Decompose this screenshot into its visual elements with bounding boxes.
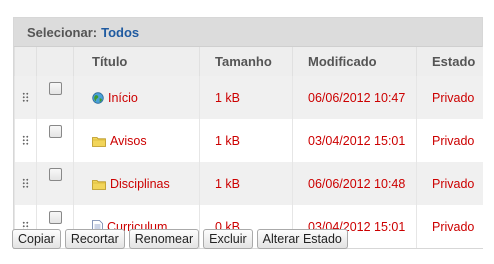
- copy-button[interactable]: Copiar: [12, 229, 61, 249]
- cut-button[interactable]: Recortar: [64, 229, 125, 249]
- row-select[interactable]: [36, 76, 74, 119]
- item-size: 1 kB: [199, 119, 293, 162]
- item-state: Privado: [416, 119, 483, 162]
- item-state: Privado: [416, 76, 483, 119]
- row-select[interactable]: [36, 119, 74, 162]
- select-label: Selecionar:: [27, 24, 98, 40]
- header-size[interactable]: Tamanho: [199, 47, 293, 76]
- item-link[interactable]: Início: [108, 91, 138, 105]
- table-row: Início 1 kB 06/06/2012 10:47 Privado: [14, 76, 483, 119]
- grip-icon: [22, 177, 29, 189]
- item-link[interactable]: Avisos: [110, 134, 147, 148]
- drag-handle[interactable]: [14, 162, 37, 205]
- item-state: Privado: [416, 205, 483, 248]
- select-all-link[interactable]: Todos: [101, 25, 139, 40]
- item-size: 1 kB: [199, 162, 293, 205]
- change-state-button[interactable]: Alterar Estado: [256, 229, 348, 249]
- table-row: Avisos 1 kB 03/04/2012 15:01 Privado: [14, 119, 483, 162]
- folder-icon: [92, 136, 106, 147]
- folder-contents-panel: Selecionar: Todos Título Tamanho Modific…: [13, 17, 483, 249]
- item-title-cell: Avisos: [73, 119, 200, 162]
- drag-handle[interactable]: [14, 119, 37, 162]
- table-row: Disciplinas 1 kB 06/06/2012 10:48 Privad…: [14, 162, 483, 205]
- row-checkbox[interactable]: [48, 125, 62, 138]
- header-select: [36, 47, 74, 76]
- table-header-row: Título Tamanho Modificado Estado: [14, 47, 483, 76]
- header-title[interactable]: Título: [73, 47, 200, 76]
- item-modified: 06/06/2012 10:47: [292, 76, 417, 119]
- folder-icon: [92, 179, 106, 190]
- item-size: 1 kB: [199, 76, 293, 119]
- item-title-cell: Início: [73, 76, 200, 119]
- action-buttons: Copiar Recortar Renomear Excluir Alterar…: [12, 229, 348, 249]
- item-state: Privado: [416, 162, 483, 205]
- selection-bar: Selecionar: Todos: [14, 18, 482, 47]
- item-modified: 06/06/2012 10:48: [292, 162, 417, 205]
- header-handle: [14, 47, 37, 76]
- item-modified: 03/04/2012 15:01: [292, 119, 417, 162]
- globe-icon: [92, 91, 104, 104]
- row-select[interactable]: [36, 162, 74, 205]
- delete-button[interactable]: Excluir: [203, 229, 253, 249]
- grip-icon: [22, 134, 29, 146]
- drag-handle[interactable]: [14, 76, 37, 119]
- row-checkbox[interactable]: [48, 82, 62, 95]
- row-checkbox[interactable]: [48, 211, 62, 224]
- contents-table: Título Tamanho Modificado Estado Início …: [14, 47, 483, 248]
- item-link[interactable]: Disciplinas: [110, 177, 170, 191]
- row-checkbox[interactable]: [48, 168, 62, 181]
- header-modified[interactable]: Modificado: [292, 47, 417, 76]
- header-state[interactable]: Estado: [416, 47, 483, 76]
- rename-button[interactable]: Renomear: [128, 229, 200, 249]
- grip-icon: [22, 91, 29, 103]
- item-title-cell: Disciplinas: [73, 162, 200, 205]
